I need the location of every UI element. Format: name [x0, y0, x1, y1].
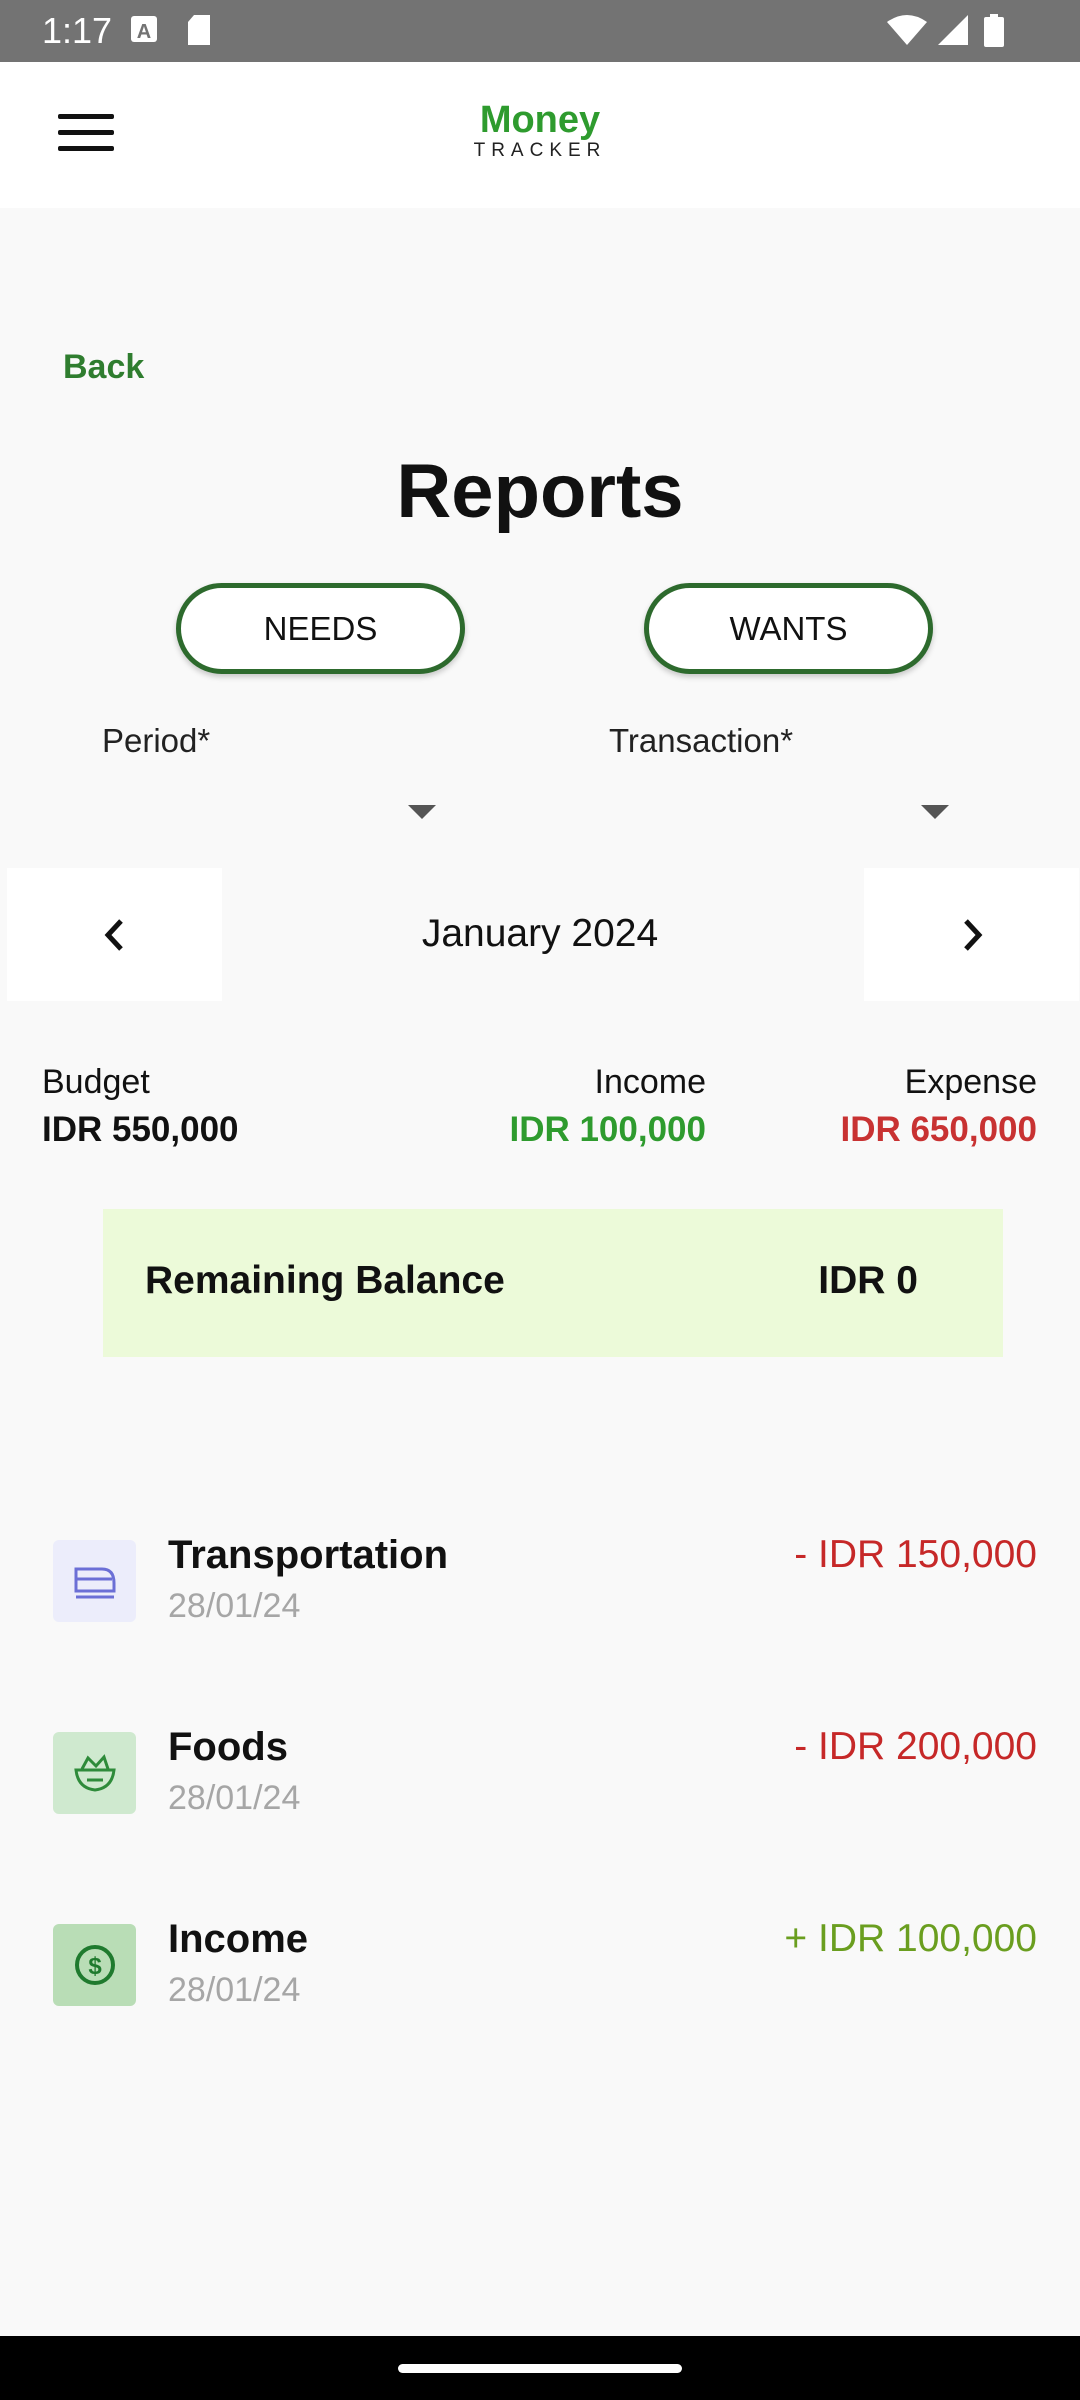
- income-value: IDR 100,000: [509, 1110, 706, 1149]
- period-dropdown-arrow-icon[interactable]: [408, 805, 436, 819]
- remaining-balance-value: IDR 0: [818, 1259, 918, 1302]
- income-summary: Income IDR 100,000: [509, 1062, 706, 1152]
- font-notification-icon: A: [130, 14, 158, 49]
- transaction-date: 28/01/24: [168, 1587, 301, 1625]
- expense-summary: Expense IDR 650,000: [840, 1062, 1037, 1152]
- transaction-date: 28/01/24: [168, 1971, 301, 2009]
- expense-value: IDR 650,000: [840, 1110, 1037, 1149]
- logo-text-money: Money: [479, 99, 601, 141]
- app-bar: Money TRACKER: [0, 62, 1080, 208]
- budget-summary: Budget IDR 550,000: [42, 1062, 239, 1152]
- remaining-balance-label: Remaining Balance: [145, 1259, 505, 1302]
- system-navigation-bar: [0, 2336, 1080, 2400]
- transaction-item[interactable]: Transportation 28/01/24 - IDR 150,000: [0, 1533, 1080, 1663]
- battery-icon: [983, 14, 1005, 53]
- svg-text:$: $: [88, 1953, 102, 1980]
- previous-month-button[interactable]: [7, 868, 222, 1001]
- transaction-amount: - IDR 200,000: [794, 1725, 1037, 1768]
- status-time: 1:17: [42, 10, 113, 51]
- sd-card-icon: [186, 14, 212, 51]
- food-bowl-icon: [53, 1732, 136, 1814]
- back-link[interactable]: Back: [63, 348, 144, 387]
- transaction-item[interactable]: Foods 28/01/24 - IDR 200,000: [0, 1725, 1080, 1855]
- budget-title: Budget: [42, 1063, 150, 1101]
- transaction-dropdown-label[interactable]: Transaction*: [609, 722, 793, 760]
- wants-tab-button[interactable]: WANTS: [644, 583, 933, 674]
- home-gesture-handle[interactable]: [398, 2364, 682, 2373]
- transaction-title: Foods: [168, 1725, 288, 1769]
- month-navigator: January 2024: [0, 868, 1080, 1001]
- transaction-amount: + IDR 100,000: [784, 1917, 1037, 1960]
- train-icon: [53, 1540, 136, 1622]
- svg-text:A: A: [137, 21, 151, 43]
- transaction-item[interactable]: $ Income 28/01/24 + IDR 100,000: [0, 1917, 1080, 2047]
- needs-tab-button[interactable]: NEEDS: [176, 583, 465, 674]
- app-logo: Money TRACKER: [0, 100, 1080, 162]
- signal-icon: [937, 14, 969, 51]
- transaction-amount: - IDR 150,000: [794, 1533, 1037, 1576]
- transaction-dropdown-arrow-icon[interactable]: [921, 805, 949, 819]
- status-bar: 1:17 A: [0, 0, 1080, 62]
- budget-value: IDR 550,000: [42, 1110, 239, 1149]
- logo-text-tracker: TRACKER: [473, 140, 607, 161]
- next-month-button[interactable]: [864, 868, 1079, 1001]
- page-title: Reports: [396, 449, 684, 534]
- remaining-balance-card: Remaining Balance IDR 0: [103, 1209, 1003, 1357]
- expense-title: Expense: [904, 1063, 1037, 1101]
- transaction-title: Income: [168, 1917, 309, 1961]
- transaction-date: 28/01/24: [168, 1779, 301, 1817]
- transaction-title: Transportation: [168, 1533, 449, 1577]
- dollar-icon: $: [53, 1924, 136, 2006]
- income-title: Income: [594, 1063, 707, 1101]
- period-dropdown-label[interactable]: Period*: [102, 722, 210, 760]
- wifi-icon: [887, 14, 927, 51]
- chevron-right-icon: [963, 918, 982, 951]
- chevron-left-icon: [104, 918, 123, 951]
